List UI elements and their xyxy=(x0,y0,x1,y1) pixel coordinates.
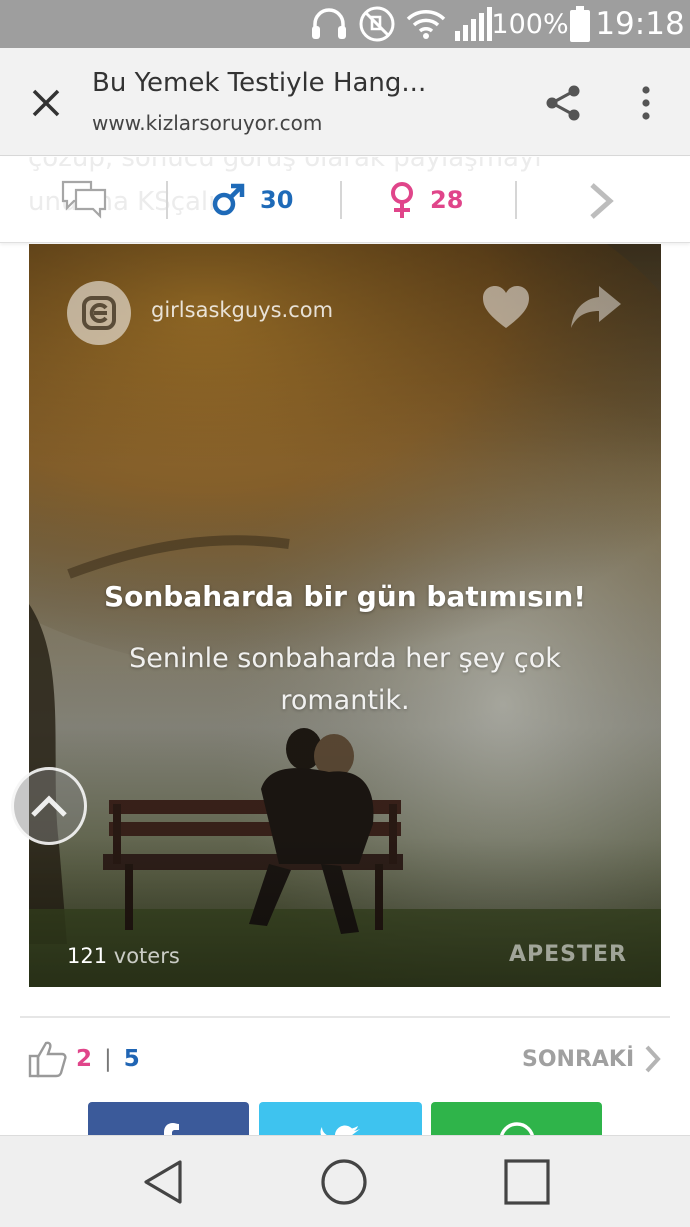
male-likes-count: 5 xyxy=(123,1046,140,1072)
page-url: www.kizlarsoruyor.com xyxy=(92,111,323,135)
voters-number: 121 xyxy=(67,944,108,968)
browser-toolbar: Bu Yemek Testiyle Hang... www.kizlarsoru… xyxy=(0,48,690,156)
thumbs-up-icon xyxy=(28,1041,67,1078)
clock: 19:18 xyxy=(595,6,685,42)
home-circle-icon xyxy=(321,1159,367,1205)
like-thumb-button[interactable] xyxy=(28,1039,68,1079)
headphones-icon xyxy=(306,0,352,48)
heart-icon xyxy=(483,286,529,328)
voters-label: voters xyxy=(113,944,180,968)
back-triangle-icon xyxy=(144,1160,182,1204)
female-icon xyxy=(391,182,413,218)
comments-button[interactable] xyxy=(60,179,108,219)
share-icon xyxy=(546,85,580,121)
chevron-right-icon xyxy=(645,1045,661,1073)
battery-percent: 100% xyxy=(491,8,569,40)
like-button[interactable] xyxy=(481,284,531,332)
brand-logo: APESTER xyxy=(509,942,627,967)
male-count[interactable]: 30 xyxy=(210,179,293,221)
quiz-result-card[interactable]: girlsaskguys.com Sonbaharda bir gün batı… xyxy=(29,244,661,987)
card-share-button[interactable] xyxy=(569,284,623,330)
next-button[interactable]: SONRAKİ xyxy=(522,1038,662,1080)
status-bar: 100% 19:18 xyxy=(0,0,690,48)
share-button[interactable] xyxy=(536,78,590,128)
signal-icon xyxy=(452,0,494,48)
wifi-icon xyxy=(404,0,448,48)
background-text: unutma KSçalı xyxy=(28,187,216,217)
result-title: Sonbaharda bir gün batımısın! xyxy=(103,580,587,613)
background-text: çözüp, sonucu görüş olarak paylaşmayı xyxy=(28,157,542,173)
home-button[interactable] xyxy=(299,1136,389,1227)
female-count[interactable]: 28 xyxy=(388,179,463,221)
male-icon xyxy=(212,183,245,216)
divider xyxy=(166,181,168,219)
divider xyxy=(20,1016,670,1018)
close-button[interactable] xyxy=(18,75,74,131)
result-description: Seninle sonbaharda her şey çok romantik. xyxy=(129,643,561,716)
scroll-up-button[interactable] xyxy=(11,767,87,845)
back-button[interactable] xyxy=(118,1136,208,1227)
stats-bar: çözüp, sonucu görüş olarak paylaşmayı un… xyxy=(0,157,690,243)
next-arrow-button[interactable] xyxy=(584,181,618,221)
apester-logo-icon xyxy=(67,281,131,345)
divider xyxy=(515,181,517,219)
like-row: 2 | 5 xyxy=(28,1036,140,1082)
voters-count: 121 voters xyxy=(67,944,180,968)
female-likes-count: 2 xyxy=(76,1046,93,1072)
autumn-couple-image xyxy=(29,244,661,987)
chevron-right-icon xyxy=(590,183,614,219)
navigation-bar xyxy=(0,1135,690,1227)
more-options-button[interactable] xyxy=(626,78,666,128)
comments-icon xyxy=(61,180,107,219)
source-site: girlsaskguys.com xyxy=(151,298,334,322)
page-title: Bu Yemek Testiyle Hang... xyxy=(92,68,427,98)
next-label: SONRAKİ xyxy=(522,1046,635,1072)
screen: 100% 19:18 Bu Yemek Testiyle Hang... www… xyxy=(0,0,690,1227)
share-arrow-icon xyxy=(571,286,621,328)
battery-icon xyxy=(566,0,594,48)
recents-button[interactable] xyxy=(482,1136,572,1227)
mute-icon xyxy=(356,0,398,48)
recents-square-icon xyxy=(504,1159,550,1205)
close-icon xyxy=(32,89,60,117)
male-count-value: 30 xyxy=(260,186,294,214)
female-count-value: 28 xyxy=(430,186,464,214)
likes-separator: | xyxy=(104,1046,112,1072)
chevron-up-icon xyxy=(31,795,67,817)
divider xyxy=(340,181,342,219)
more-vert-icon xyxy=(642,86,650,120)
